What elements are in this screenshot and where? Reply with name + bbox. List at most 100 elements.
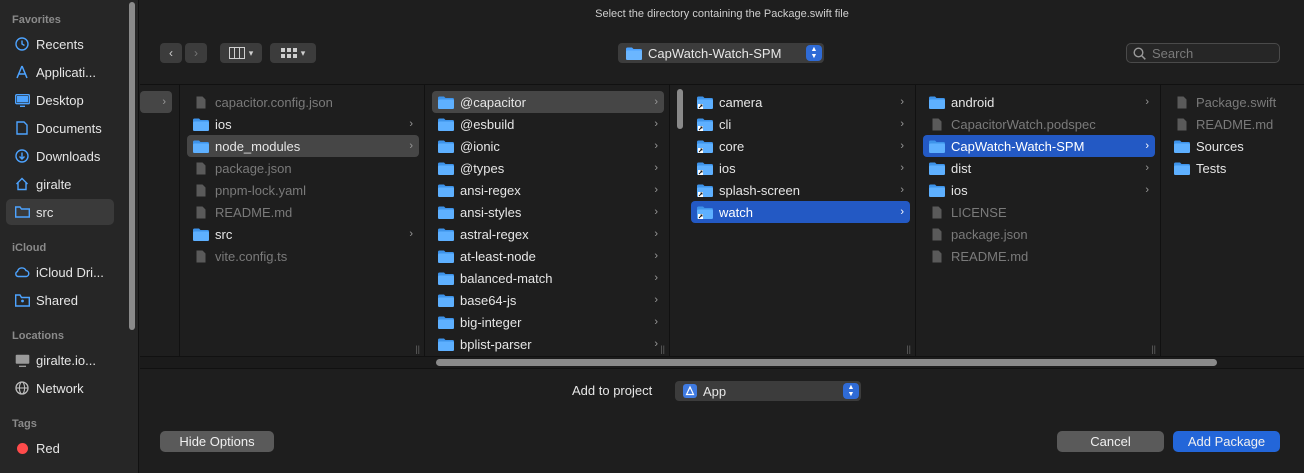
horizontal-scrollbar[interactable] — [436, 359, 1217, 366]
folder-item[interactable]: bplist-parser › — [432, 333, 664, 355]
folder-item[interactable]: android › — [923, 91, 1155, 113]
dialog-title: Select the directory containing the Pack… — [595, 8, 849, 20]
sidebar-item-documents[interactable]: Documents — [6, 115, 114, 141]
file-item[interactable]: package.json — [923, 223, 1155, 245]
file-item[interactable]: LICENSE — [923, 201, 1155, 223]
item-label: @types — [460, 160, 505, 176]
folder-icon — [193, 228, 215, 241]
folder-item[interactable]: @ionic › — [432, 135, 664, 157]
item-label: ios — [951, 182, 968, 198]
sidebar-item-giralte-io[interactable]: giralte.io... — [6, 347, 114, 373]
file-icon — [929, 250, 951, 263]
path-popup[interactable]: CapWatch-Watch-SPM ▲ ▼ — [618, 43, 824, 63]
file-item[interactable]: README.md — [1168, 113, 1304, 135]
file-item[interactable]: CapacitorWatch.podspec — [923, 113, 1155, 135]
folder-item[interactable]: at-least-node › — [432, 245, 664, 267]
search-input[interactable] — [1152, 45, 1272, 61]
item-label: ansi-styles — [460, 204, 522, 220]
folder-item[interactable]: dist › — [923, 157, 1155, 179]
chevron-right-icon: › — [900, 206, 904, 218]
folder-item[interactable]: splash-screen › — [691, 179, 910, 201]
column-2: || @capacitor › @esbuild › @ionic › @types › ans… — [426, 85, 670, 356]
sidebar-scrollbar[interactable] — [129, 2, 135, 330]
folder-item[interactable]: base64-js › — [432, 289, 664, 311]
file-item[interactable]: package.json — [187, 157, 419, 179]
folder-icon — [438, 162, 460, 175]
column-item[interactable]: › — [140, 91, 172, 113]
sidebar-item-giralte[interactable]: giralte — [6, 171, 114, 197]
column-resize-grip[interactable]: || — [906, 344, 911, 354]
folder-item[interactable]: Sources — [1168, 135, 1304, 157]
item-label: package.json — [215, 160, 292, 176]
home-icon — [14, 176, 30, 192]
file-item[interactable]: pnpm-lock.yaml — [187, 179, 419, 201]
folder-item[interactable]: node_modules › — [187, 135, 419, 157]
sidebar-item-icloud-dri[interactable]: iCloud Dri... — [6, 259, 114, 285]
project-popup[interactable]: App ▲ ▼ — [675, 381, 861, 401]
chevron-right-icon: › — [654, 118, 658, 130]
group-button[interactable]: ▾ — [270, 43, 316, 63]
cancel-button[interactable]: Cancel — [1057, 431, 1164, 452]
folder-alias-icon — [697, 206, 719, 219]
sidebar-tag-red[interactable]: Red — [6, 435, 114, 461]
column-4: || android › CapacitorWatch.podspec CapWatc… — [917, 85, 1161, 356]
folder-item[interactable]: balanced-match › — [432, 267, 664, 289]
folder-item[interactable]: src › — [187, 223, 419, 245]
folder-item[interactable]: ansi-styles › — [432, 201, 664, 223]
sidebar-item-label: iCloud Dri... — [36, 264, 104, 280]
folder-item[interactable]: @esbuild › — [432, 113, 664, 135]
folder-item[interactable]: ansi-regex › — [432, 179, 664, 201]
column-resize-grip[interactable]: || — [1151, 344, 1156, 354]
sidebar-item-downloads[interactable]: Downloads — [6, 143, 114, 169]
chevron-right-icon: › — [654, 162, 658, 174]
sidebar-item-shared[interactable]: Shared — [6, 287, 114, 313]
item-label: splash-screen — [719, 182, 800, 198]
view-mode-button[interactable]: ▾ — [220, 43, 262, 63]
column-5: Package.swift README.md Sources Tests — [1162, 85, 1304, 356]
item-label: camera — [719, 94, 763, 110]
folder-item[interactable]: astral-regex › — [432, 223, 664, 245]
sidebar-item-recents[interactable]: Recents — [6, 31, 114, 57]
back-button[interactable]: ‹ — [160, 43, 182, 63]
file-icon — [1174, 118, 1196, 131]
folder-item[interactable]: @types › — [432, 157, 664, 179]
sidebar: Favorites Recents Applicati... Desktop Docu… — [0, 0, 139, 473]
item-label: ios — [719, 160, 736, 176]
chevron-down-icon: ▾ — [300, 47, 306, 58]
folder-item[interactable]: ios › — [691, 157, 910, 179]
add-package-button[interactable]: Add Package — [1173, 431, 1280, 452]
sidebar-item-src[interactable]: src — [6, 199, 114, 225]
sidebar-item-desktop[interactable]: Desktop — [6, 87, 114, 113]
desktop-icon — [14, 92, 30, 108]
file-item[interactable]: README.md — [923, 245, 1155, 267]
folder-item[interactable]: @capacitor › — [432, 91, 664, 113]
project-label: App — [703, 383, 727, 399]
file-item[interactable]: Package.swift — [1168, 91, 1304, 113]
item-label: @capacitor — [460, 94, 526, 110]
folder-item[interactable]: camera › — [691, 91, 910, 113]
folder-item[interactable]: ios › — [187, 113, 419, 135]
folder-item[interactable]: CapWatch-Watch-SPM › — [923, 135, 1155, 157]
folder-item[interactable]: ios › — [923, 179, 1155, 201]
file-item[interactable]: vite.config.ts — [187, 245, 419, 267]
folder-icon — [929, 184, 951, 197]
folder-item[interactable]: Tests — [1168, 157, 1304, 179]
search-field[interactable] — [1126, 43, 1280, 63]
file-item[interactable]: README.md — [187, 201, 419, 223]
sidebar-item-network[interactable]: Network — [6, 375, 114, 401]
column-scrollbar[interactable] — [677, 89, 683, 129]
folder-item[interactable]: core › — [691, 135, 910, 157]
file-item[interactable]: capacitor.config.json — [187, 91, 419, 113]
item-label: ios — [215, 116, 232, 132]
folder-item[interactable]: cli › — [691, 113, 910, 135]
folder-item[interactable]: big-integer › — [432, 311, 664, 333]
folder-icon — [438, 140, 460, 153]
hide-options-button[interactable]: Hide Options — [160, 431, 274, 452]
sidebar-item-applicati[interactable]: Applicati... — [6, 59, 114, 85]
item-label: pnpm-lock.yaml — [215, 182, 307, 198]
folder-item[interactable]: watch › — [691, 201, 910, 223]
forward-button[interactable]: › — [185, 43, 207, 63]
column-resize-grip[interactable]: || — [415, 344, 420, 354]
folder-icon — [438, 250, 460, 263]
item-label: balanced-match — [460, 270, 553, 286]
